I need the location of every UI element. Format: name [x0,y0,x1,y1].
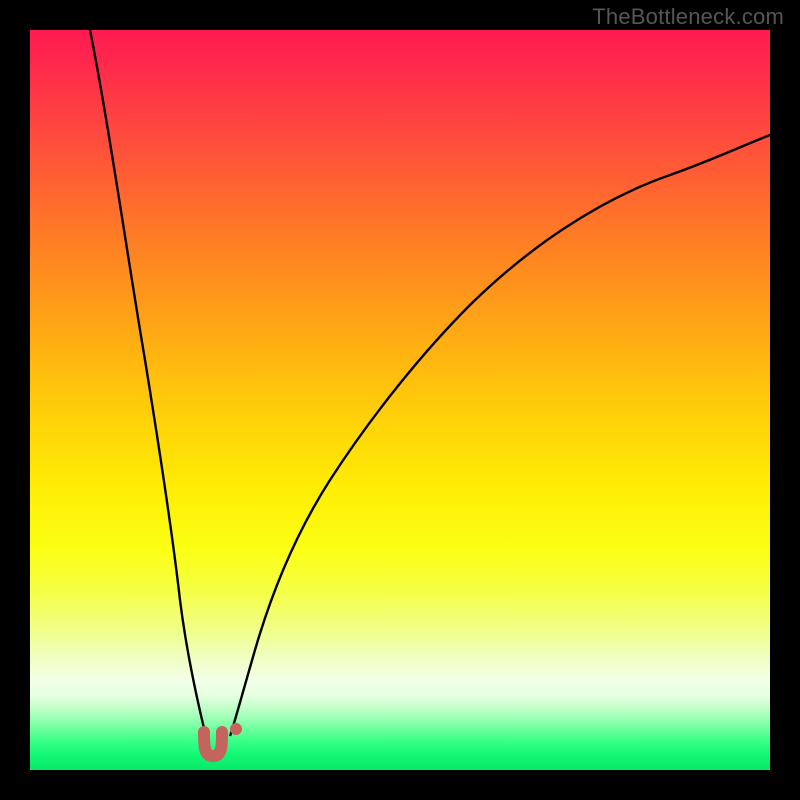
chart-gradient-area [30,30,770,770]
dot-marker [230,723,242,735]
minimum-marker [204,732,222,756]
bottleneck-curve [30,30,770,770]
watermark-text: TheBottleneck.com [592,4,784,30]
curve-left-branch [90,30,206,736]
curve-right-branch [230,135,770,736]
